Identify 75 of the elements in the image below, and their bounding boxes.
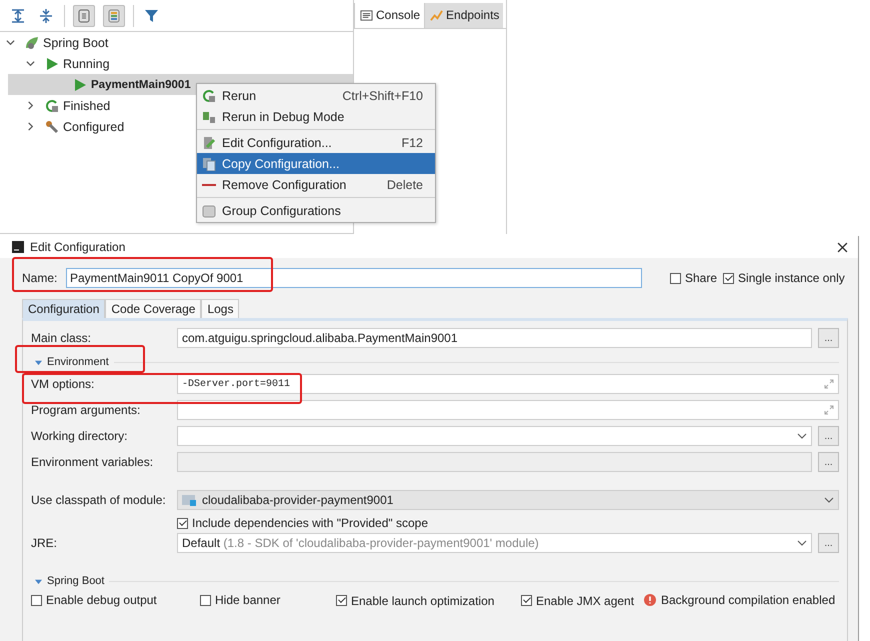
graph-icon <box>430 8 444 22</box>
copy-icon <box>202 156 216 170</box>
checkbox[interactable]: Single instance only <box>723 271 845 285</box>
chevron-icon <box>797 540 808 546</box>
jre-dropdown[interactable]: Default (1.8 - SDK of 'cloudalibaba-provider-payment9001' module) <box>177 533 812 553</box>
tree-label: Running <box>63 56 110 70</box>
list-icon[interactable] <box>103 4 125 26</box>
panel-tab[interactable]: Endpoints <box>424 3 504 28</box>
tree-item[interactable]: Running <box>0 53 353 74</box>
tree-label: Finished <box>63 98 110 112</box>
module-dropdown[interactable]: cloudalibaba-provider-payment9001 <box>177 490 839 510</box>
menu-item[interactable]: Remove Configuration Delete <box>197 174 435 195</box>
app-icon <box>12 241 24 253</box>
triangle-icon <box>35 578 42 584</box>
warning-icon <box>644 594 656 606</box>
chevron-icon[interactable] <box>6 38 15 47</box>
field-label: Main class: <box>31 331 92 345</box>
field-label: Working directory: <box>31 429 128 443</box>
browse-button[interactable]: ... <box>818 452 839 472</box>
play-icon <box>45 56 59 70</box>
browse-button[interactable]: ... <box>818 426 839 446</box>
checkbox[interactable]: Hide banner <box>200 593 280 607</box>
main-class-field[interactable]: com.atguigu.springcloud.alibaba.PaymentMain9001 <box>177 328 812 348</box>
dialog-title: Edit Configuration <box>30 240 126 254</box>
field-label: Program arguments: <box>31 403 142 417</box>
rerun-icon <box>45 98 59 112</box>
checkbox[interactable]: Enable debug output <box>31 593 157 607</box>
tree-label: Spring Boot <box>43 36 108 50</box>
group-icon[interactable] <box>73 4 95 26</box>
menu-item[interactable]: Copy Configuration... <box>197 153 435 174</box>
edit-icon <box>202 136 216 150</box>
checkbox[interactable]: Enable launch optimization <box>336 594 494 608</box>
play-icon <box>73 78 87 92</box>
checkbox[interactable]: Share <box>670 271 718 285</box>
chevron-icon <box>824 497 834 503</box>
chevron-icon[interactable] <box>26 122 35 131</box>
dialog-tab[interactable]: Logs <box>201 299 240 318</box>
tree-label: Configured <box>63 120 124 134</box>
warning-text: Background compilation enabled <box>661 593 836 607</box>
chevron-icon[interactable] <box>26 101 35 110</box>
tree-item[interactable]: Spring Boot <box>0 32 353 53</box>
triangle-icon <box>35 358 42 366</box>
chevron-icon[interactable] <box>26 59 35 68</box>
console-icon <box>360 8 373 22</box>
field-label: Use classpath of module: <box>31 493 167 507</box>
browse-button[interactable]: ... <box>818 328 839 348</box>
checkbox[interactable]: Include dependencies with "Provided" scope <box>177 516 428 530</box>
dialog-tab[interactable]: Code Coverage <box>105 299 202 318</box>
field-label: Environment variables: <box>31 455 154 469</box>
tree-label: PaymentMain9001 <box>91 78 191 90</box>
field-label: JRE: <box>31 536 58 550</box>
input-field[interactable]: -DServer.port=9011 <box>177 374 839 394</box>
close-icon[interactable] <box>837 242 848 252</box>
folder-icon <box>202 204 216 218</box>
field-label: Name: <box>22 271 58 285</box>
browse-button[interactable]: ... <box>818 533 839 553</box>
chevron-icon <box>797 433 808 439</box>
rerun-icon <box>202 88 216 102</box>
menu-item[interactable]: Rerun in Debug Mode <box>197 106 435 127</box>
leaf-icon <box>25 36 39 50</box>
input-field[interactable] <box>177 400 839 420</box>
folder-icon <box>182 494 196 506</box>
menu-item[interactable]: Group Configurations <box>197 200 435 221</box>
input-field[interactable] <box>177 452 812 472</box>
debug-icon <box>202 110 216 124</box>
menu-item[interactable]: Edit Configuration... F12 <box>197 132 435 153</box>
dropdown-field[interactable] <box>177 426 812 446</box>
dialog-tab[interactable]: Configuration <box>22 299 106 318</box>
section-header[interactable]: Spring Boot <box>31 573 839 589</box>
checkbox[interactable]: Enable JMX agent <box>521 594 634 608</box>
field-label: VM options: <box>31 377 96 391</box>
wrench-icon <box>45 120 59 134</box>
section-header[interactable]: Environment <box>31 354 839 370</box>
minus-icon <box>202 184 216 186</box>
name-field[interactable]: PaymentMain9011 CopyOf 9001 <box>66 268 642 288</box>
